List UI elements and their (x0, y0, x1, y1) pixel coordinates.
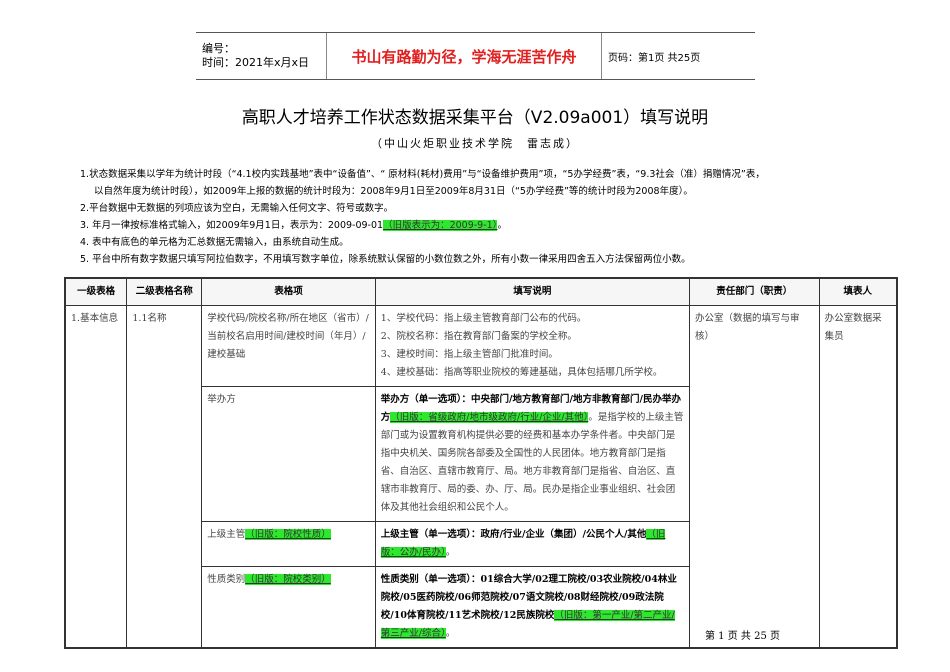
item-highlight: （旧版：院校性质） (245, 529, 331, 540)
item-cell: 举办方 (201, 386, 376, 522)
table-header-row: 一级表格 二级表格名称 表格项 填写说明 责任部门（职责） 填表人 (64, 277, 898, 306)
item-cell: 上级主管（旧版：院校性质） (201, 521, 376, 567)
desc-cell: 举办方（单一选项）：中央部门/地方教育部门/地方非教育部门/民办举办方（旧版：省… (374, 386, 690, 522)
col-header: 表格项 (201, 277, 376, 306)
desc-line: 3、建校时间：指上级主管部门批准时间。 (380, 349, 558, 360)
desc-highlight: （旧版：省级政府/地市级政府/行业/企业/其他） (390, 412, 589, 423)
notes: 1.状态数据采集以学年为统计时段（“4.1校内实践基地”表中“设备值”、“ 原材… (80, 166, 900, 268)
document-title: 高职人才培养工作状态数据采集平台（V2.09a001）填写说明 (241, 108, 709, 128)
note-5: 5. 平台中所有数字数据只填写阿拉伯数字，不用填写数字单位，除系统默认保留的小数… (80, 254, 691, 265)
header-meta: 编号： 时间：2021年x月x日 (196, 33, 327, 79)
note-1-cont: 以自然年度为统计时段），如2009年上报的数据的统计时段为：2008年9月1日至… (94, 186, 693, 197)
page-footer: 第 1 页 共 25 页 (705, 631, 780, 642)
note-3-text: 3. 年月一律按标准格式输入，如2009年9月1日，表示为：2009-09-01 (80, 220, 384, 231)
document-subtitle: （中山火炬职业技术学院 雷志成） (371, 137, 579, 150)
table-row: 1.基本信息 1.1名称 学校代码/院校名称/所在地区（省市）/当前校名启用时间… (64, 305, 898, 649)
item-text: 性质类别 (207, 574, 246, 585)
note-3-end: 。 (497, 220, 507, 231)
item-cell: 性质类别（旧版：院校类别） (201, 566, 376, 649)
note-2: 2.平台数据中无数据的列项应该为空白，无需输入任何文字、符号或数字。 (80, 203, 394, 214)
dept-cell: 办公室（数据的填写与审核） (688, 305, 820, 649)
col-header: 责任部门（职责） (688, 277, 820, 306)
header-motto: 书山有路勤为径，学海无涯苦作舟 (327, 33, 602, 79)
header-page-info: 页码：第1页 共25页 (608, 52, 701, 64)
desc-rest: 。是指学校的上级主管部门或为设置教育机构提供必要的经费和基本办学条件者。中央部门… (380, 412, 684, 513)
filler-cell: 办公室数据采集员 (818, 305, 898, 649)
item-cell: 学校代码/院校名称/所在地区（省市）/当前校名启用时间/建校时间（年月）/建校基… (201, 305, 376, 387)
desc-line: 2、院校名称：指在教育部门备案的学校全称。 (380, 331, 577, 342)
level1-cell: 1.基本信息 (64, 305, 128, 649)
note-3-highlight: （旧版表示为：2009-9-1） (383, 220, 498, 231)
col-header: 二级表格名称 (126, 277, 203, 306)
note-3: 3. 年月一律按标准格式输入，如2009年9月1日，表示为：2009-09-01… (80, 217, 900, 234)
col-header: 填表人 (818, 277, 898, 306)
number-label: 编号： (202, 42, 235, 55)
instructions-table: 一级表格 二级表格名称 表格项 填写说明 责任部门（职责） 填表人 1.基本信息… (64, 277, 898, 649)
desc-line: 1、学校代码：指上级主管教育部门公布的代码。 (380, 313, 587, 324)
level2-cell: 1.1名称 (126, 305, 203, 649)
time-label: 时间：2021年x月x日 (202, 56, 310, 69)
item-text: 上级主管 (207, 529, 246, 540)
desc-cell: 上级主管（单一选项）：政府/行业/企业（集团）/公民个人/其他（旧版：公办/民办… (374, 521, 690, 567)
desc-rest: 。 (445, 628, 456, 639)
col-header: 一级表格 (64, 277, 128, 306)
item-highlight: （旧版：院校类别） (245, 574, 331, 585)
desc-rest: 。 (445, 547, 456, 558)
note-4: 4. 表中有底色的单元格为汇总数据无需输入，由系统自动生成。 (80, 237, 349, 248)
desc-bold: 上级主管（单一选项）：政府/行业/企业（集团）/公民个人/其他 (380, 529, 647, 540)
desc-cell: 1、学校代码：指上级主管教育部门公布的代码。 2、院校名称：指在教育部门备案的学… (374, 305, 690, 387)
note-1: 1.状态数据采集以学年为统计时段（“4.1校内实践基地”表中“设备值”、“ 原材… (80, 169, 765, 180)
desc-cell: 性质类别（单一选项）：01综合大学/02理工院校/03农业院校/04林业院校/0… (374, 566, 690, 649)
desc-line: 4、建校基础：指高等职业院校的筹建基础，具体包括哪几所学校。 (380, 367, 663, 378)
page-header: 编号： 时间：2021年x月x日 书山有路勤为径，学海无涯苦作舟 页码：第1页 … (196, 32, 755, 80)
col-header: 填写说明 (374, 277, 690, 306)
